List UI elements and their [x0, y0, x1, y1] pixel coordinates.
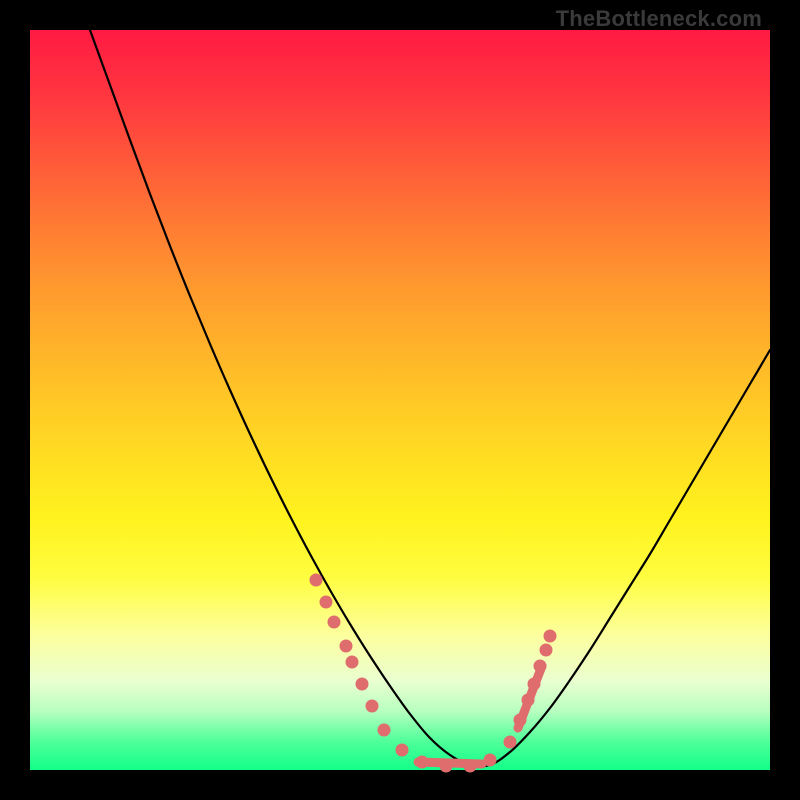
marker-dot	[310, 574, 323, 587]
marker-dot	[356, 678, 369, 691]
marker-dot	[484, 754, 497, 767]
marker-dot	[378, 724, 391, 737]
marker-dot	[320, 596, 333, 609]
marker-dot	[416, 756, 429, 769]
marker-dot	[528, 678, 541, 691]
marker-dot	[464, 760, 477, 773]
branding-watermark: TheBottleneck.com	[556, 6, 762, 32]
marker-dot	[366, 700, 379, 713]
plot-area	[30, 30, 770, 770]
marker-dot	[544, 630, 557, 643]
marker-dot	[340, 640, 353, 653]
marker-dot	[514, 714, 527, 727]
marker-dot	[396, 744, 409, 757]
marker-dot	[440, 760, 453, 773]
chart-stage: TheBottleneck.com	[0, 0, 800, 800]
curve-svg	[30, 30, 770, 770]
marker-dot	[522, 694, 535, 707]
marker-dot	[534, 660, 547, 673]
marker-dot	[540, 644, 553, 657]
marker-dot	[328, 616, 341, 629]
bottleneck-curve	[90, 30, 770, 766]
marker-dot	[346, 656, 359, 669]
marker-dot	[504, 736, 517, 749]
